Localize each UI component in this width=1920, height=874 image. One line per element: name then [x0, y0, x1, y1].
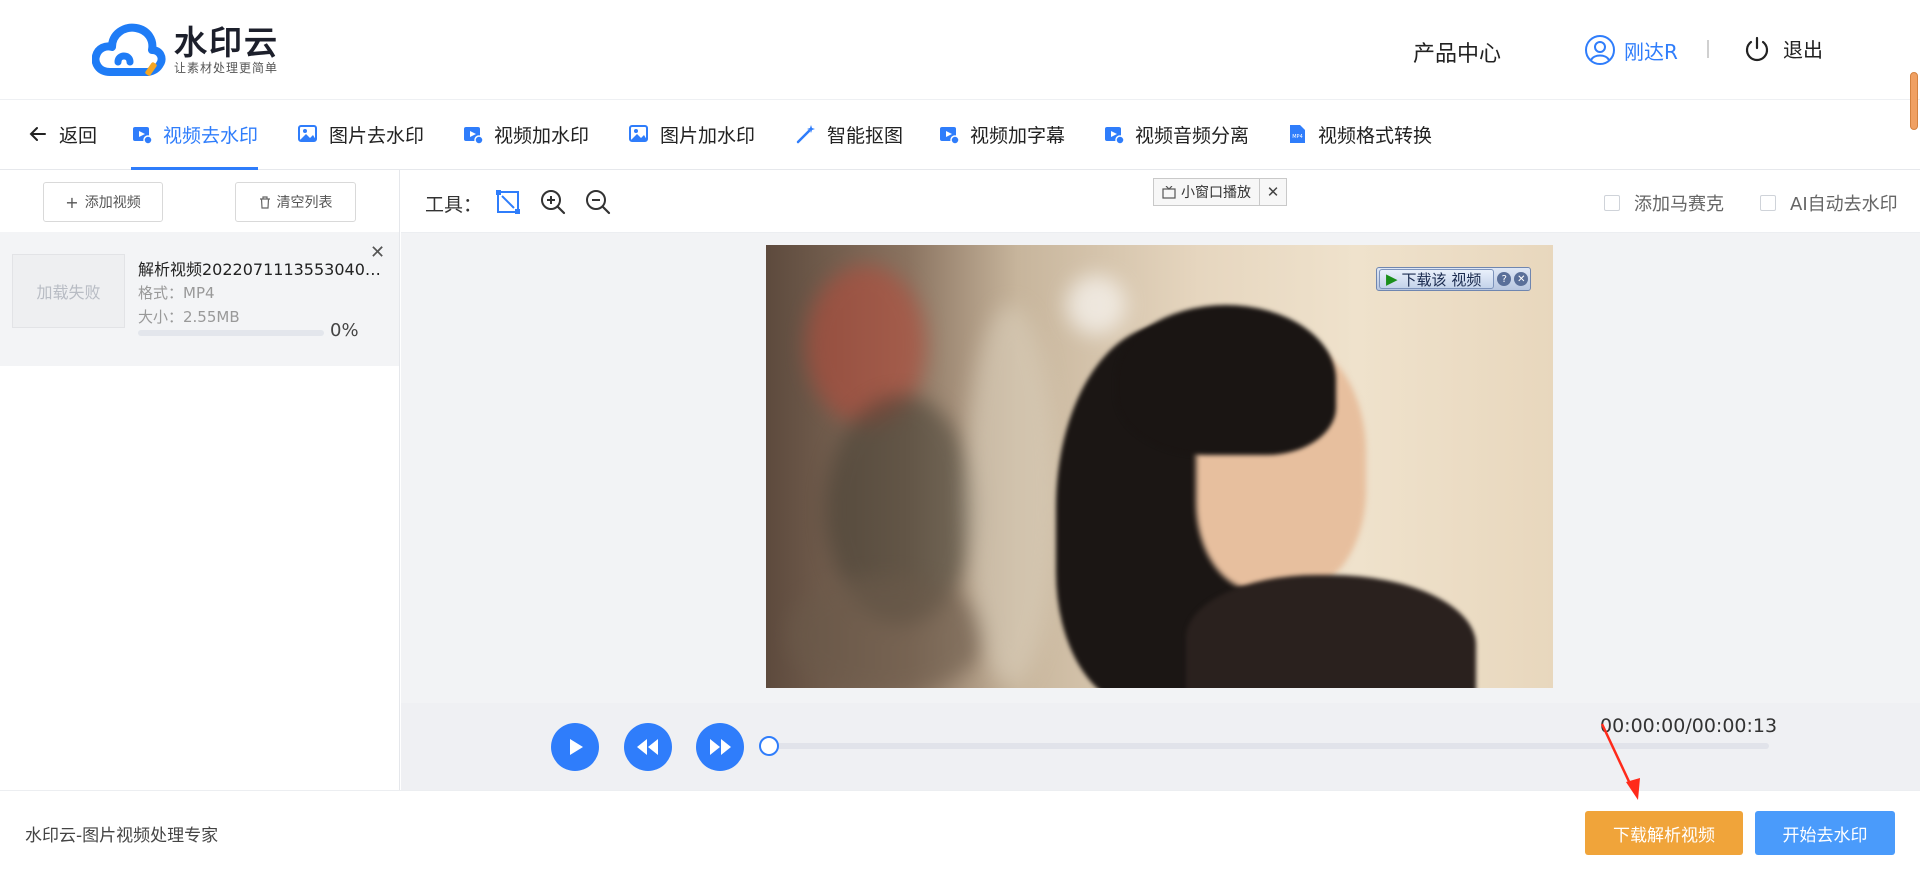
pip-button[interactable]: 小窗口播放	[1154, 179, 1260, 205]
tab-image-remove-watermark[interactable]: 图片去水印	[297, 100, 424, 168]
logo-name: 水印云	[174, 23, 279, 62]
plus-icon: +	[65, 192, 79, 212]
nav-product-center[interactable]: 产品中心	[1413, 36, 1501, 68]
scrollbar-thumb[interactable]	[1910, 72, 1918, 130]
add-video-label: 添加视频	[84, 195, 141, 211]
download-video-button[interactable]: ▶ 下载该 视频	[1379, 269, 1495, 289]
tab-video-add-subtitle[interactable]: 视频加字幕	[938, 100, 1065, 168]
file-name: 解析视频20220711135530402...	[138, 260, 384, 279]
user-menu[interactable]: 刚达R	[1584, 34, 1678, 66]
tab-image-add-watermark[interactable]: 图片加水印	[628, 100, 755, 168]
checkbox-box	[1604, 195, 1620, 211]
zoom-in-icon[interactable]	[539, 188, 567, 216]
help-icon[interactable]: ?	[1497, 272, 1512, 286]
magic-wand-icon	[795, 123, 817, 145]
file-size: 大小：2.55MB	[138, 308, 240, 326]
rewind-icon	[637, 739, 658, 755]
ai-remove-checkbox[interactable]: AI自动去水印	[1760, 190, 1898, 216]
power-icon	[1745, 36, 1769, 61]
tab-video-add-watermark[interactable]: 视频加水印	[462, 100, 589, 168]
logout-button[interactable]: 退出	[1743, 34, 1823, 63]
tab-label: 视频加字幕	[970, 124, 1066, 147]
tab-label: 智能抠图	[827, 124, 904, 147]
mp4-file-icon: MP4	[1286, 123, 1308, 145]
tab-smart-cutout[interactable]: 智能抠图	[795, 100, 903, 168]
logout-label: 退出	[1783, 38, 1823, 62]
header-divider	[1707, 40, 1709, 58]
fast-forward-icon	[710, 739, 731, 755]
close-icon[interactable]: ✕	[370, 242, 385, 263]
mosaic-checkbox[interactable]: 添加马赛克	[1604, 190, 1724, 216]
trash-icon	[259, 195, 271, 209]
tab-label: 视频去水印	[163, 124, 259, 147]
download-video-toolbar: ▶ 下载该 视频 ? ✕	[1376, 267, 1532, 291]
tab-video-audio-split[interactable]: 视频音频分离	[1103, 100, 1249, 168]
seek-handle[interactable]	[759, 736, 779, 756]
video-icon	[938, 123, 960, 145]
rewind-button[interactable]	[624, 723, 672, 771]
cloud-logo-icon	[92, 23, 166, 76]
image-icon	[628, 123, 650, 145]
play-button[interactable]	[551, 723, 599, 771]
add-video-button[interactable]: + 添加视频	[43, 182, 163, 222]
progress-percent: 0%	[330, 320, 359, 341]
close-icon[interactable]: ✕	[1514, 272, 1529, 286]
back-label: 返回	[59, 124, 98, 147]
ai-remove-label: AI自动去水印	[1790, 194, 1898, 215]
start-remove-watermark-button[interactable]: 开始去水印	[1755, 811, 1895, 855]
video-icon	[1103, 123, 1125, 145]
checkbox-box	[1760, 195, 1776, 211]
fast-forward-button[interactable]	[696, 723, 744, 771]
user-icon	[1585, 35, 1615, 65]
header: 水印云 让素材处理更简单 产品中心 刚达R 退出	[0, 0, 1920, 100]
footer: 水印云-图片视频处理专家 下载解析视频 开始去水印	[0, 790, 1920, 874]
zoom-out-icon[interactable]	[584, 188, 612, 216]
tv-icon	[1162, 185, 1176, 199]
video-stage: 小窗口播放 ✕ ▶ 下载该 视频 ? ✕	[401, 178, 1920, 703]
play-icon	[570, 739, 583, 755]
clear-list-label: 清空列表	[276, 195, 333, 211]
play-icon: ▶	[1386, 270, 1398, 288]
annotation-arrow	[1600, 723, 1640, 800]
progress-bar	[138, 330, 324, 336]
tab-video-format-convert[interactable]: MP4 视频格式转换	[1286, 100, 1432, 168]
user-name: 刚达R	[1624, 39, 1678, 64]
tool-tabs: 返回 视频去水印 图片去水印 视频加水印 图片加水印 智能抠图 视频加字幕 视频…	[0, 100, 1920, 170]
video-icon	[462, 123, 484, 145]
tab-label: 视频音频分离	[1135, 124, 1250, 147]
mosaic-label: 添加马赛克	[1634, 194, 1724, 215]
download-video-label: 下载该 视频	[1401, 270, 1482, 289]
download-parsed-video-button[interactable]: 下载解析视频	[1585, 811, 1743, 855]
tab-label: 图片加水印	[660, 124, 756, 147]
svg-text:MP4: MP4	[1292, 134, 1303, 140]
tab-video-remove-watermark[interactable]: 视频去水印	[131, 100, 259, 170]
back-button[interactable]: 返回	[27, 100, 97, 168]
close-icon[interactable]: ✕	[1260, 179, 1286, 205]
tool-label: 工具：	[425, 194, 483, 216]
video-frame[interactable]	[766, 245, 1553, 688]
logo-slogan: 让素材处理更简单	[174, 61, 279, 75]
clear-list-button[interactable]: 清空列表	[235, 182, 356, 222]
pip-toolbar: 小窗口播放 ✕	[1153, 178, 1287, 206]
player-controls: 00:00:00/00:00:13	[401, 703, 1920, 790]
tab-label: 视频格式转换	[1318, 124, 1433, 147]
select-area-icon[interactable]	[494, 188, 522, 216]
file-format: 格式：MP4	[138, 284, 215, 302]
footer-brand: 水印云-图片视频处理专家	[25, 826, 219, 846]
logo[interactable]: 水印云 让素材处理更简单	[92, 18, 279, 82]
image-icon	[297, 123, 319, 145]
file-list-panel: + 添加视频 清空列表 加载失败 解析视频20220711135530402..…	[0, 170, 400, 790]
pip-label: 小窗口播放	[1181, 185, 1251, 201]
tab-label: 视频加水印	[494, 124, 590, 147]
video-icon	[131, 123, 153, 145]
video-thumbnail: 加载失败	[12, 254, 125, 328]
list-item[interactable]: 加载失败 解析视频20220711135530402... 格式：MP4 大小：…	[0, 232, 399, 366]
tab-label: 图片去水印	[329, 124, 425, 147]
arrow-left-icon	[27, 123, 49, 145]
